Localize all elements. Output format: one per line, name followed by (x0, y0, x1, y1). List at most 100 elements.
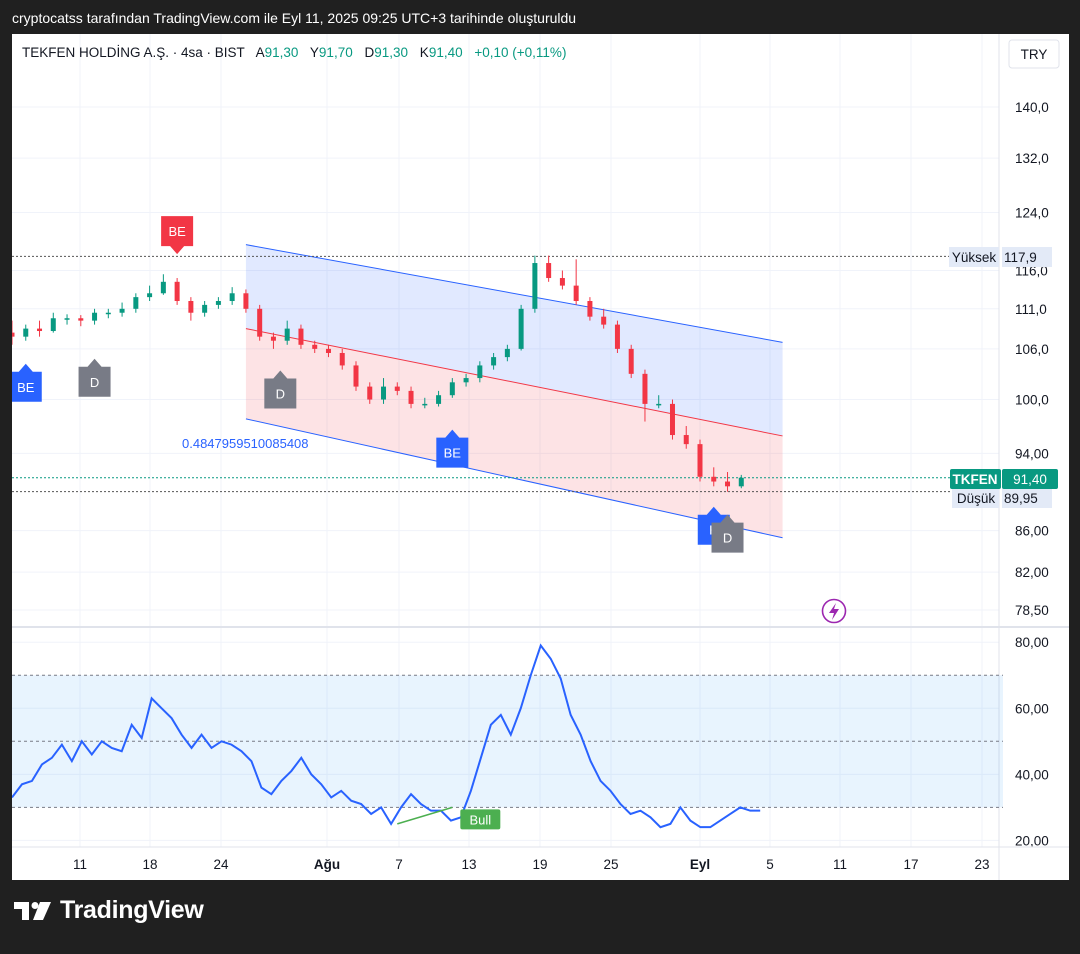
candle (546, 255, 552, 282)
signal-marker-label: D (90, 375, 99, 390)
candle (188, 297, 194, 321)
high-price-label: Yüksek 117,9 (949, 247, 1052, 267)
signal-marker-label: BE (17, 380, 35, 395)
candle (64, 314, 70, 325)
currency-label: TRY (1021, 47, 1048, 62)
time-axis-ticks[interactable]: 11 18 24 Ağu 7 13 19 25 Eyl 5 11 17 23 (73, 857, 990, 872)
time-tick-label: 5 (766, 857, 774, 872)
low-label: Düşük (957, 491, 996, 506)
candle (105, 308, 111, 319)
last-price-value: 91,40 (1013, 472, 1047, 487)
close-value-legend: 91,40 (429, 45, 463, 60)
signal-marker-label: D (276, 386, 285, 401)
last-price-badge: TKFEN 91,40 (950, 469, 1058, 489)
time-tick-label: 17 (903, 857, 918, 872)
time-tick-label: Ağu (314, 857, 340, 872)
signal-marker-label: D (723, 531, 732, 546)
rsi-tick-label: 60,00 (1015, 701, 1049, 716)
high-value-legend: 91,70 (319, 45, 353, 60)
time-tick-label: 7 (395, 857, 403, 872)
open-label: A (256, 45, 265, 60)
time-tick-label: 11 (73, 857, 87, 872)
price-tick-label: 140,0 (1015, 100, 1049, 115)
time-tick-label: 24 (213, 857, 229, 872)
candle (147, 285, 153, 302)
candle (160, 274, 166, 295)
candle (573, 259, 579, 305)
bull-divergence-line (397, 806, 453, 825)
time-tick-label: 23 (974, 857, 989, 872)
price-tick-label: 86,00 (1015, 524, 1049, 539)
time-tick-label: Eyl (690, 857, 710, 872)
candle (92, 308, 98, 325)
candle (202, 301, 208, 317)
candle (78, 315, 84, 327)
time-tick-label: 25 (603, 857, 618, 872)
symbol-legend[interactable]: TEKFEN HOLDİNG A.Ş. · 4sa · BIST A91,30 … (22, 45, 566, 60)
rsi-tick-label: 40,00 (1015, 767, 1049, 782)
time-tick-label: 19 (532, 857, 547, 872)
low-value: 89,95 (1004, 491, 1038, 506)
price-tick-label: 78,50 (1015, 603, 1049, 618)
rsi-axis-ticks[interactable]: 80,00 60,00 40,00 20,00 (1015, 635, 1049, 848)
candle (559, 270, 565, 290)
candle (215, 297, 221, 309)
last-price-symbol: TKFEN (953, 472, 998, 487)
candle (50, 312, 56, 333)
candle (23, 324, 29, 341)
signal-marker-label: BE (444, 446, 462, 461)
lightning-icon[interactable] (821, 598, 847, 624)
candle (174, 278, 180, 305)
low-price-label: Düşük 89,95 (952, 488, 1052, 508)
signal-marker[interactable]: D (78, 358, 111, 397)
bull-divergence-label: Bull (460, 809, 501, 830)
candle (257, 304, 263, 341)
tradingview-logo-text: TradingView (60, 896, 204, 924)
high-label-legend: Y (310, 45, 319, 60)
candle (697, 439, 703, 482)
candle (628, 344, 634, 379)
signal-marker[interactable]: BE (9, 363, 42, 402)
symbol-title: TEKFEN HOLDİNG A.Ş. · 4sa · BIST (22, 45, 245, 60)
rsi-tick-label: 80,00 (1015, 635, 1049, 650)
price-axis-ticks[interactable]: 140,0132,0124,0116,0111,0106,0100,094,00… (1015, 100, 1049, 618)
time-tick-label: 13 (461, 857, 476, 872)
high-value: 117,9 (1004, 250, 1037, 265)
high-label: Yüksek (952, 250, 997, 265)
price-tick-label: 82,00 (1015, 565, 1049, 580)
bull-label-text: Bull (469, 812, 491, 827)
time-tick-label: 18 (142, 857, 157, 872)
price-tick-label: 106,0 (1015, 342, 1049, 357)
candle (614, 320, 620, 353)
low-value-legend: 91,30 (374, 45, 408, 60)
price-tick-label: 132,0 (1015, 151, 1049, 166)
price-tick-label: 124,0 (1015, 206, 1049, 221)
candle (518, 304, 524, 351)
close-label-legend: K (420, 45, 429, 60)
candle (532, 255, 538, 313)
signal-marker[interactable]: BE (161, 216, 194, 255)
price-tick-label: 111,0 (1015, 302, 1047, 317)
chart-frame[interactable]: 0.4847959510085408 BEDBEDBEHD 140,0132,0… (9, 34, 1069, 880)
low-label-legend: D (364, 45, 374, 60)
snapshot-caption: cryptocatss tarafından TradingView.com i… (12, 10, 577, 26)
candle (37, 320, 43, 337)
channel-label: 0.4847959510085408 (182, 436, 309, 451)
open-value: 91,30 (265, 45, 299, 60)
candle (353, 361, 359, 391)
candle (229, 287, 235, 305)
time-tick-label: 11 (833, 857, 847, 872)
candle (9, 320, 15, 345)
chart-canvas[interactable]: 0.4847959510085408 BEDBEDBEHD 140,0132,0… (9, 34, 1069, 880)
change-value: +0,10 (+0,11%) (474, 45, 566, 60)
price-tick-label: 94,00 (1015, 446, 1049, 461)
candle (119, 302, 125, 317)
tradingview-logo[interactable]: TradingView (14, 896, 204, 925)
signal-marker-label: BE (168, 224, 186, 239)
candle (669, 399, 675, 440)
rsi-tick-label: 20,00 (1015, 833, 1049, 848)
price-tick-label: 100,0 (1015, 393, 1049, 408)
candle (133, 293, 139, 313)
tradingview-logo-icon (14, 901, 51, 920)
currency-button[interactable]: TRY (1008, 39, 1060, 69)
